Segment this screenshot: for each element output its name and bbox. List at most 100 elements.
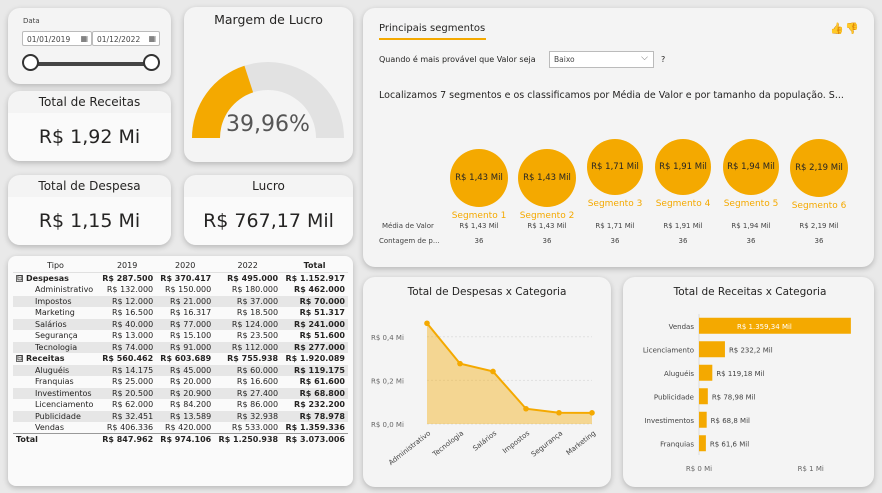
table-cell: R$ 16.600 [236, 377, 279, 387]
row-label: Publicidade [35, 411, 81, 421]
data-point[interactable] [556, 409, 562, 416]
table-row[interactable]: Publicidade R$ 32.451 R$ 13.589 R$ 32.938 R$… [13, 410, 348, 422]
collapse-icon[interactable]: ⊟ [16, 275, 23, 282]
segment-count-value: 36 [610, 237, 620, 245]
segment-item[interactable]: R$ 1,91 Mil Segmento 4 [649, 139, 717, 209]
segment-item[interactable]: R$ 1,43 Mil Segmento 1 [445, 149, 513, 221]
segment-avg-value: R$ 1,43 Mil [459, 222, 499, 230]
segment-name[interactable]: Segmento 6 [785, 201, 853, 211]
table-row[interactable]: Franquias R$ 25.000 R$ 20.000 R$ 16.600 R$ 6… [13, 376, 348, 388]
row-label-avg: Média de Valor [382, 222, 434, 230]
date-range-end-handle[interactable] [143, 54, 160, 71]
table-row[interactable]: Vendas R$ 406.336 R$ 420.000 R$ 533.000 R$ 1… [13, 422, 348, 434]
table-row[interactable]: Salários R$ 40.000 R$ 77.000 R$ 124.000 R$ 2… [13, 318, 348, 330]
table-cell: R$ 16.500 [111, 308, 154, 318]
data-point[interactable] [424, 320, 430, 327]
kpi-value-box: R$ 1,92 Mi [8, 113, 171, 161]
bar[interactable] [699, 435, 706, 452]
segment-name[interactable]: Segmento 5 [717, 199, 785, 209]
date-range-start-handle[interactable] [22, 54, 39, 71]
row-label: Impostos [35, 296, 72, 306]
bar[interactable] [699, 341, 725, 358]
segment-bubble[interactable]: R$ 1,71 Mil [587, 139, 643, 195]
data-label: R$ 61,6 Mil [710, 440, 749, 448]
table-cell: R$ 241.000 [281, 318, 348, 330]
expense-chart-title: Total de Despesas x Categoria [407, 286, 567, 298]
table-cell: R$ 462.000 [294, 285, 345, 295]
kpi-value-despesa: R$ 1,15 Mi [38, 210, 141, 232]
table-cell: R$ 1.250.938 [214, 433, 282, 445]
table-row[interactable]: Aluguéis R$ 14.175 R$ 45.000 R$ 60.000 R$ 11… [13, 364, 348, 376]
bar[interactable] [699, 364, 713, 381]
segment-item[interactable]: R$ 1,71 Mil Segmento 3 [581, 139, 649, 209]
row-label: Tecnologia [35, 342, 78, 352]
data-point[interactable] [523, 405, 529, 412]
table-row[interactable]: Impostos R$ 12.000 R$ 21.000 R$ 37.000 R$ 70… [13, 295, 348, 307]
start-date-input[interactable]: 01/01/2019 ▦ [22, 31, 92, 46]
table-cell: R$ 277.000 [281, 341, 348, 353]
data-point[interactable] [457, 360, 463, 367]
category-label: Publicidade [654, 393, 694, 401]
table-cell: R$ 420.000 [164, 423, 212, 432]
table-cell: R$ 124.000 [214, 318, 282, 330]
matrix-header-total[interactable]: Total [281, 259, 348, 273]
table-row[interactable]: Administrativo R$ 132.000 R$ 150.000 R$ 180… [13, 284, 348, 296]
table-row[interactable]: Investimentos R$ 20.500 R$ 20.900 R$ 27.400… [13, 387, 348, 399]
table-row[interactable]: ⊟ Despesas R$ 287.500 R$ 370.417 R$ 495.000 R… [13, 273, 348, 285]
data-label: R$ 232,2 Mil [729, 346, 773, 354]
table-cell: R$ 74.000 [98, 341, 157, 353]
table-cell: R$ 15.100 [170, 331, 212, 341]
matrix-header-2019[interactable]: 2019 [98, 259, 157, 273]
segment-name[interactable]: Segmento 2 [513, 211, 581, 221]
calendar-icon[interactable]: ▦ [80, 34, 88, 43]
data-point[interactable] [589, 410, 595, 416]
kpi-card-lucro: Lucro R$ 767,17 Mil [184, 175, 353, 245]
segment-bubble[interactable]: R$ 1,43 Mil [450, 149, 508, 207]
segment-bubble[interactable]: R$ 1,91 Mil [655, 139, 711, 195]
segment-item[interactable]: R$ 2,19 Mil Segmento 6 [785, 139, 853, 211]
table-row[interactable]: Marketing R$ 16.500 R$ 16.317 R$ 18.500 R$ 5… [13, 307, 348, 319]
segment-item[interactable]: R$ 1,94 Mil Segmento 5 [717, 139, 785, 209]
gauge-value-label: 39,96% [226, 112, 310, 137]
calendar-icon[interactable]: ▦ [148, 34, 156, 43]
revenue-chart-title: Total de Receitas x Categoria [673, 286, 827, 298]
x-tick-label: Impostos [501, 429, 531, 455]
row-label: Marketing [35, 308, 75, 318]
data-point[interactable] [490, 368, 496, 375]
bar[interactable] [699, 388, 708, 405]
question-dropdown[interactable]: Baixo ⌵ [549, 51, 654, 68]
segment-bubble[interactable]: R$ 1,43 Mil [518, 149, 576, 207]
table-cell: R$ 25.000 [111, 377, 154, 387]
table-row[interactable]: Segurança R$ 13.000 R$ 15.100 R$ 23.500 R$ 5… [13, 330, 348, 342]
segment-bubble[interactable]: R$ 1,94 Mil [723, 139, 779, 195]
segment-name[interactable]: Segmento 3 [581, 199, 649, 209]
segment-item[interactable]: R$ 1,43 Mil Segmento 2 [513, 149, 581, 221]
table-row[interactable]: Tecnologia R$ 74.000 R$ 91.000 R$ 112.000 R$… [13, 341, 348, 353]
matrix-header-2022[interactable]: 2022 [214, 259, 282, 273]
kpi-value-lucro: R$ 767,17 Mil [203, 210, 334, 232]
end-date-input[interactable]: 01/12/2022 ▦ [92, 31, 160, 46]
table-cell: R$ 13.000 [111, 331, 154, 341]
segment-name[interactable]: Segmento 4 [649, 199, 717, 209]
thumbs-up-icon[interactable]: 👍 [830, 22, 844, 35]
table-row[interactable]: ⊟ Receitas R$ 560.462 R$ 603.689 R$ 755.938 R… [13, 353, 348, 365]
segment-avg-value: R$ 1,94 Mil [731, 222, 771, 230]
table-cell: R$ 112.000 [214, 341, 282, 353]
table-row[interactable]: Total R$ 847.962 R$ 974.106 R$ 1.250.938 R$ … [13, 433, 348, 445]
bar[interactable] [699, 411, 707, 428]
thumbs-down-icon[interactable]: 👎 [845, 22, 859, 35]
segment-bubble[interactable]: R$ 2,19 Mil [790, 139, 848, 197]
segment-count-value: 36 [678, 237, 688, 245]
table-row[interactable]: Licenciamento R$ 62.000 R$ 84.200 R$ 86.000… [13, 399, 348, 411]
matrix-header-tipo[interactable]: Tipo [13, 259, 99, 273]
kpi-title-receitas: Total de Receitas [38, 95, 141, 109]
matrix-header-2020[interactable]: 2020 [156, 259, 215, 273]
tab-principais-segmentos[interactable]: Principais segmentos [379, 23, 486, 40]
table-cell: R$ 40.000 [98, 318, 157, 330]
segment-name[interactable]: Segmento 1 [445, 211, 513, 221]
table-cell: R$ 560.462 [102, 354, 154, 364]
table-cell: R$ 119.175 [281, 364, 348, 376]
collapse-icon[interactable]: ⊟ [16, 355, 23, 363]
row-label: Receitas [26, 354, 65, 364]
table-cell: R$ 1.152.917 [285, 274, 345, 283]
